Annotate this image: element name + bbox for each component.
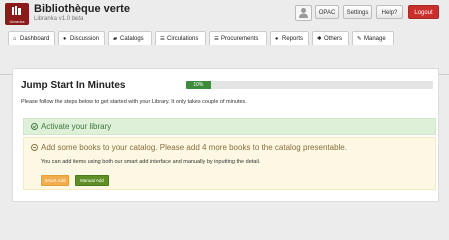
jumpstart-title: Jump Start In Minutes bbox=[21, 80, 126, 91]
tab-label: Others bbox=[324, 36, 343, 42]
tab-label: Dashboard bbox=[20, 36, 50, 42]
step-books-label: Add some books to your catalog. Please a… bbox=[41, 143, 347, 152]
help-button[interactable]: Help? bbox=[376, 5, 403, 19]
tab-procurements[interactable]: ☰ Procurements bbox=[209, 31, 267, 45]
tab-label: Catalogs bbox=[120, 36, 144, 42]
gear-icon: ✱ bbox=[317, 36, 322, 42]
info-icon: ● bbox=[275, 36, 279, 42]
pencil-icon: ✎ bbox=[357, 36, 362, 42]
app-logo[interactable]: Libranka bbox=[5, 3, 29, 25]
user-avatar[interactable] bbox=[295, 5, 312, 21]
version-number: v1.0 bbox=[58, 16, 71, 22]
logout-button[interactable]: Logout bbox=[408, 5, 439, 19]
step-books-description: You can add items using both our smart a… bbox=[41, 159, 261, 165]
tab-label: Circulations bbox=[167, 36, 199, 42]
list-icon: ☰ bbox=[160, 36, 165, 42]
home-icon: ⌂ bbox=[13, 36, 17, 42]
tab-discussion[interactable]: ● Discussion bbox=[58, 31, 105, 45]
info-icon: ● bbox=[63, 36, 67, 42]
top-bar: Libranka Bibliothèque verte Libranka v1.… bbox=[0, 0, 449, 28]
tab-circulations[interactable]: ☰ Circulations bbox=[155, 31, 206, 45]
step-activate-library[interactable]: Activate your library bbox=[23, 118, 436, 135]
step-activate-label: Activate your library bbox=[41, 122, 112, 131]
opac-button[interactable]: OPAC bbox=[315, 5, 339, 19]
tab-manage[interactable]: ✎ Manage bbox=[352, 31, 394, 45]
progress-fill: 10% bbox=[186, 81, 211, 89]
tab-label: Discussion bbox=[70, 36, 100, 42]
manual-add-button[interactable]: Manual Add bbox=[75, 175, 109, 186]
user-icon bbox=[299, 8, 308, 18]
step-add-books: Add some books to your catalog. Please a… bbox=[23, 137, 436, 190]
list-icon: ☰ bbox=[214, 36, 219, 42]
app-title: Bibliothèque verte bbox=[34, 3, 130, 15]
setup-progress-bar: 10% bbox=[186, 81, 433, 89]
version-stage: beta bbox=[71, 16, 84, 22]
tab-dashboard[interactable]: ⌂ Dashboard bbox=[8, 31, 55, 45]
tab-catalogs[interactable]: ▰ Catalogs bbox=[108, 31, 152, 45]
app-version: Libranka v1.0 beta bbox=[34, 16, 83, 22]
jumpstart-intro: Please follow the steps below to get sta… bbox=[21, 99, 247, 105]
books-icon bbox=[12, 6, 21, 15]
check-circle-icon bbox=[31, 123, 38, 130]
tab-others[interactable]: ✱ Others bbox=[312, 31, 349, 45]
product-name: Libranka bbox=[34, 16, 58, 22]
minus-circle-icon bbox=[31, 144, 38, 151]
tab-reports[interactable]: ● Reports bbox=[270, 31, 309, 45]
settings-button[interactable]: Settings bbox=[343, 5, 372, 19]
tab-label: Procurements bbox=[221, 36, 259, 42]
book-icon: ▰ bbox=[113, 36, 118, 42]
tab-label: Manage bbox=[364, 36, 386, 42]
logo-text: Libranka bbox=[9, 20, 25, 24]
tab-label: Reports bbox=[282, 36, 304, 42]
smart-add-button[interactable]: Smart Add bbox=[41, 175, 69, 186]
main-nav: ⌂ Dashboard ● Discussion ▰ Catalogs ☰ Circul… bbox=[0, 29, 449, 75]
